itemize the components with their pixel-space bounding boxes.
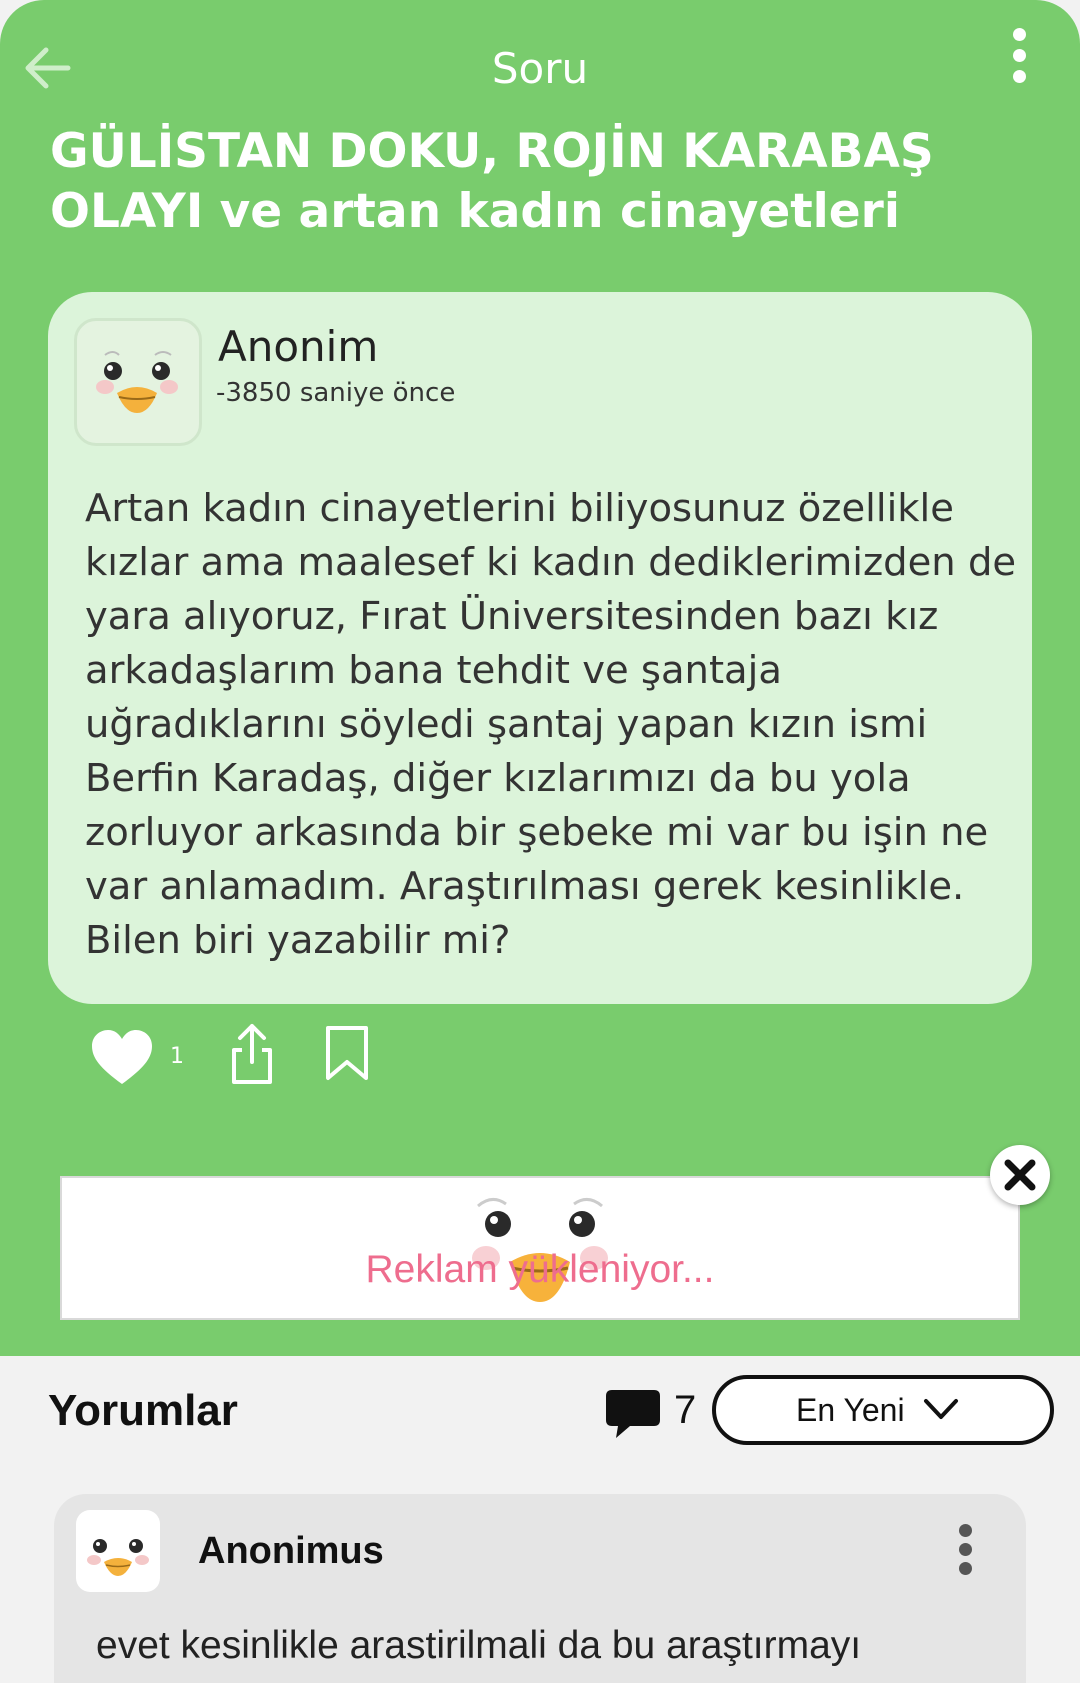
sort-dropdown[interactable]: En Yeni [712,1375,1054,1445]
like-button[interactable] [90,1028,154,1088]
action-bar: 1 [0,1020,1080,1090]
comment-more-button[interactable] [955,1524,975,1580]
duck-avatar-icon [96,351,178,413]
more-options-button[interactable] [1004,28,1034,88]
share-button[interactable] [228,1022,276,1086]
like-count: 1 [170,1044,184,1069]
post-time: -3850 saniye önce [216,378,456,408]
more-vertical-icon [1004,28,1034,83]
heart-icon [92,1030,152,1084]
bookmark-button[interactable] [324,1024,370,1082]
question-title: GÜLİSTAN DOKU, ROJİN KARABAŞ OLAYI ve ar… [50,124,934,239]
sort-selected-value: En Yeni [796,1392,905,1428]
comments-header: Yorumlar 7 En Yeni [0,1356,1080,1466]
comment-count: 7 [674,1388,697,1432]
bookmark-icon [326,1026,368,1080]
question-body: Artan kadın cinayetlerini biliyosunuz öz… [85,486,1017,963]
ad-loading-text: Reklam yükleniyor... [365,1248,715,1291]
question-screen: Soru GÜLİSTAN DOKU, ROJİN KARABAŞ OLAYI … [0,0,1080,1683]
more-vertical-icon [955,1524,975,1575]
comment-author[interactable]: Anonimus [198,1530,384,1573]
page-title: Soru [491,44,589,93]
duck-avatar-icon [87,1539,149,1576]
close-icon [1004,1159,1036,1191]
author-name[interactable]: Anonim [218,322,378,371]
comment-avatar[interactable] [76,1510,160,1592]
share-icon [232,1024,272,1084]
comment-body: evet kesinlikle arastirilmali da bu araş… [96,1624,862,1667]
comment-bubble-icon [606,1390,660,1438]
ad-close-button[interactable] [990,1145,1050,1205]
chevron-down-icon [924,1399,958,1419]
top-bar: Soru [0,0,1080,140]
author-avatar[interactable] [74,318,202,446]
comments-title: Yorumlar [48,1386,238,1435]
